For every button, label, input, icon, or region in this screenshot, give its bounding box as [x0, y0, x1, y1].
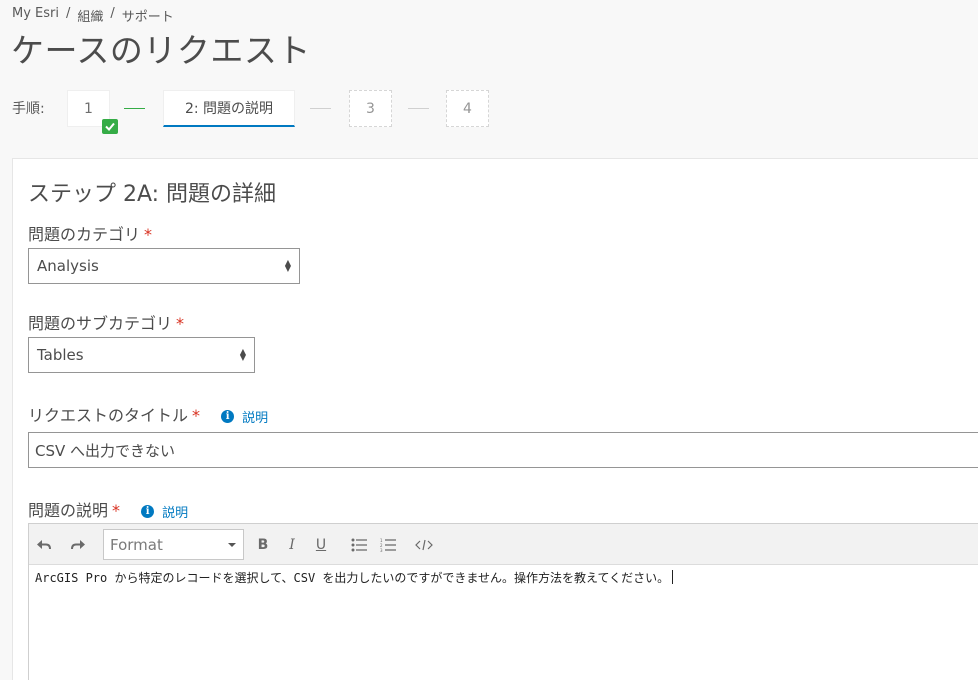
redo-icon[interactable] [67, 524, 89, 565]
description-text: ArcGIS Pro から特定のレコードを選択して、CSV を出力したいのですが… [35, 571, 670, 585]
category-label: 問題のカテゴリ * [28, 225, 153, 244]
description-editor[interactable]: Format B I U 123 ArcGIS Pro から特定のレコードを選択… [28, 523, 978, 680]
subcategory-select[interactable]: Tables ▲ ▼ [28, 337, 255, 373]
page-title: ケースのリクエスト [11, 31, 311, 70]
step-connector [310, 108, 331, 109]
format-dropdown[interactable]: Format [103, 529, 244, 560]
step-connector [124, 108, 145, 109]
category-select[interactable]: Analysis ▲ ▼ [28, 248, 300, 284]
steps-label: 手順: [12, 101, 45, 117]
step-2-current[interactable]: 2: 問題の説明 [163, 90, 295, 127]
text-caret [672, 570, 674, 584]
info-icon: i [141, 505, 155, 518]
description-label: 問題の説明 * i 説明 [28, 501, 189, 521]
subcategory-label: 問題のサブカテゴリ * [28, 314, 185, 333]
description-help-link[interactable]: i 説明 [141, 502, 188, 521]
step-4: 4 [446, 90, 489, 127]
required-marker: * [176, 314, 185, 333]
code-view-icon[interactable] [412, 524, 436, 565]
info-icon: i [221, 410, 235, 423]
request-title-help-link[interactable]: i 説明 [221, 407, 268, 426]
breadcrumb-separator: / [110, 6, 115, 21]
italic-button[interactable]: I [283, 524, 301, 565]
category-select-value: Analysis [37, 257, 99, 275]
select-arrows-icon: ▲ ▼ [239, 347, 246, 362]
request-title-input-value: CSV へ出力できない [35, 441, 176, 460]
breadcrumb: My Esri / 組織 / サポート [12, 6, 174, 25]
required-marker: * [112, 501, 121, 520]
chevron-down-icon [228, 542, 236, 547]
required-marker: * [144, 225, 153, 244]
breadcrumb-organization[interactable]: 組織 [77, 6, 103, 25]
editor-toolbar: Format B I U 123 [29, 524, 978, 565]
breadcrumb-my-esri[interactable]: My Esri [12, 6, 59, 25]
check-icon [102, 119, 118, 134]
request-title-input[interactable]: CSV へ出力できない [28, 432, 978, 468]
step-connector [408, 108, 429, 109]
select-arrows-icon: ▲ ▼ [284, 258, 291, 273]
editor-content[interactable]: ArcGIS Pro から特定のレコードを選択して、CSV を出力したいのですが… [29, 565, 978, 590]
numbered-list-icon[interactable]: 123 [377, 524, 399, 565]
bold-button[interactable]: B [254, 524, 272, 565]
breadcrumb-separator: / [66, 6, 71, 21]
required-marker: * [192, 406, 201, 425]
undo-icon[interactable] [33, 524, 55, 565]
svg-text:3: 3 [380, 548, 383, 552]
step-3: 3 [349, 90, 392, 127]
subcategory-select-value: Tables [37, 346, 84, 364]
request-title-label: リクエストのタイトル * i 説明 [28, 406, 269, 426]
bullet-list-icon[interactable] [348, 524, 370, 565]
breadcrumb-support[interactable]: サポート [122, 6, 174, 25]
section-title: ステップ 2A: 問題の詳細 [28, 182, 277, 207]
underline-button[interactable]: U [312, 524, 330, 565]
format-dropdown-value: Format [110, 535, 163, 554]
